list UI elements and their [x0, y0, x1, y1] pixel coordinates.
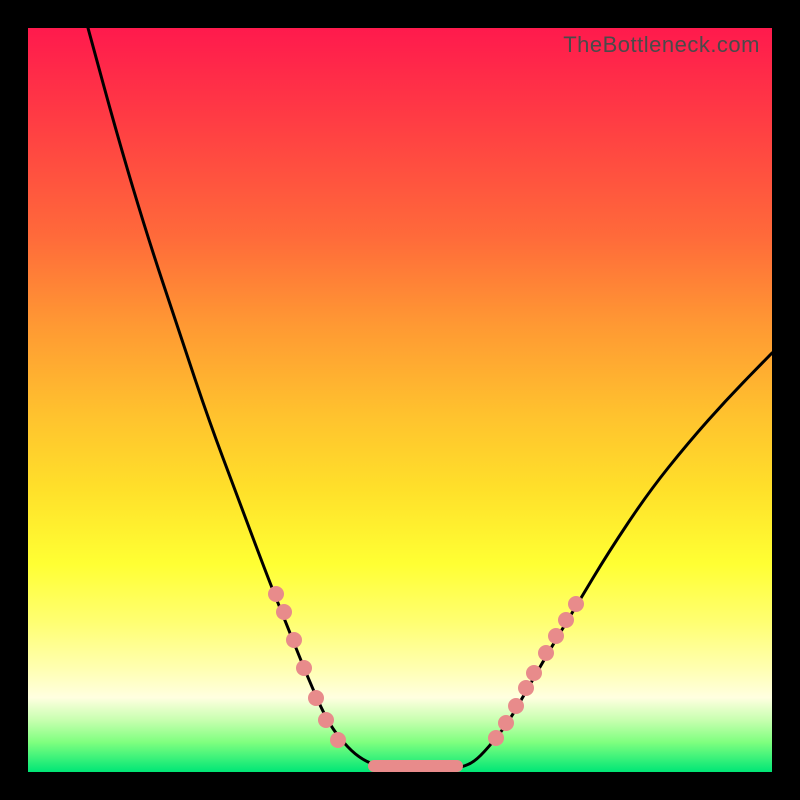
- bottleneck-curve-right: [458, 353, 772, 768]
- data-marker: [330, 732, 346, 748]
- data-marker: [518, 680, 534, 696]
- data-marker: [318, 712, 334, 728]
- data-marker: [488, 730, 504, 746]
- data-marker: [308, 690, 324, 706]
- data-marker: [498, 715, 514, 731]
- data-marker: [508, 698, 524, 714]
- markers-right-group: [488, 596, 584, 746]
- markers-left-group: [268, 586, 346, 748]
- data-marker: [558, 612, 574, 628]
- data-marker: [268, 586, 284, 602]
- data-marker: [548, 628, 564, 644]
- flat-bottom-marker: [368, 760, 463, 772]
- data-marker: [276, 604, 292, 620]
- data-marker: [286, 632, 302, 648]
- bottleneck-curve-left: [88, 28, 393, 768]
- data-marker: [568, 596, 584, 612]
- data-marker: [526, 665, 542, 681]
- data-marker: [296, 660, 312, 676]
- curve-svg: [28, 28, 772, 772]
- data-marker: [538, 645, 554, 661]
- chart-plot-area: TheBottleneck.com: [28, 28, 772, 772]
